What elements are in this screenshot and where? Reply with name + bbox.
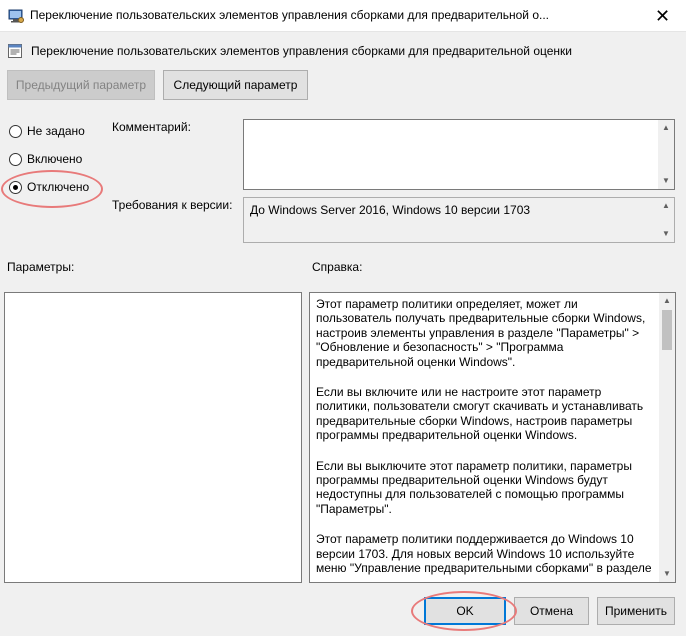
scroll-down-icon[interactable]: ▼ [658, 173, 674, 189]
scroll-up-icon[interactable]: ▲ [659, 293, 675, 309]
scroll-down-icon[interactable]: ▼ [658, 226, 674, 242]
help-pane: Этот параметр политики определяет, может… [309, 292, 676, 583]
scroll-up-icon[interactable]: ▲ [658, 198, 674, 214]
version-label: Требования к версии: [112, 198, 233, 212]
comment-textarea[interactable]: ▲ ▼ [243, 119, 675, 190]
help-paragraph: Если вы включите или не настроите этот п… [316, 385, 644, 443]
scroll-up-icon[interactable]: ▲ [658, 120, 674, 136]
policy-title: Переключение пользовательских элементов … [31, 44, 572, 58]
version-value: До Windows Server 2016, Windows 10 верси… [250, 203, 531, 217]
previous-setting-button[interactable]: Предыдущий параметр [7, 70, 155, 100]
scroll-down-icon[interactable]: ▼ [659, 566, 675, 582]
highlight-oval-disabled [1, 170, 103, 208]
title-bar: Переключение пользовательских элементов … [0, 0, 686, 32]
help-text: Этот параметр политики определяет, может… [316, 297, 652, 592]
apply-button[interactable]: Применить [597, 597, 675, 625]
radio-not-configured-circle[interactable] [9, 124, 22, 138]
help-label: Справка: [312, 260, 363, 274]
window-title: Переключение пользовательских элементов … [30, 8, 549, 22]
comment-label: Комментарий: [112, 120, 191, 134]
help-paragraph: Этот параметр политики поддерживается до… [316, 532, 652, 576]
radio-not-configured[interactable]: Не задано [9, 121, 85, 141]
help-paragraph: Если вы выключите этот параметр политики… [316, 458, 632, 516]
help-paragraph: Этот параметр политики определяет, может… [316, 297, 646, 369]
next-setting-button[interactable]: Следующий параметр [163, 70, 308, 100]
highlight-oval-ok [411, 591, 517, 631]
version-textbox: До Windows Server 2016, Windows 10 верси… [243, 197, 675, 243]
help-scrollbar[interactable]: ▲ ▼ [659, 293, 675, 582]
policy-setting-icon [7, 43, 23, 62]
cancel-button[interactable]: Отмена [514, 597, 589, 625]
help-scroll-thumb[interactable] [662, 310, 672, 350]
version-scrollbar[interactable]: ▲ ▼ [658, 198, 674, 242]
radio-not-configured-label: Не задано [27, 124, 85, 138]
radio-enabled-circle[interactable] [9, 152, 22, 166]
comment-scrollbar[interactable]: ▲ ▼ [658, 120, 674, 189]
radio-enabled[interactable]: Включено [9, 149, 82, 169]
close-icon[interactable]: ✕ [640, 2, 685, 30]
policy-window-icon [8, 8, 24, 27]
radio-enabled-label: Включено [27, 152, 83, 166]
params-label: Параметры: [7, 260, 75, 274]
params-pane [4, 292, 302, 583]
